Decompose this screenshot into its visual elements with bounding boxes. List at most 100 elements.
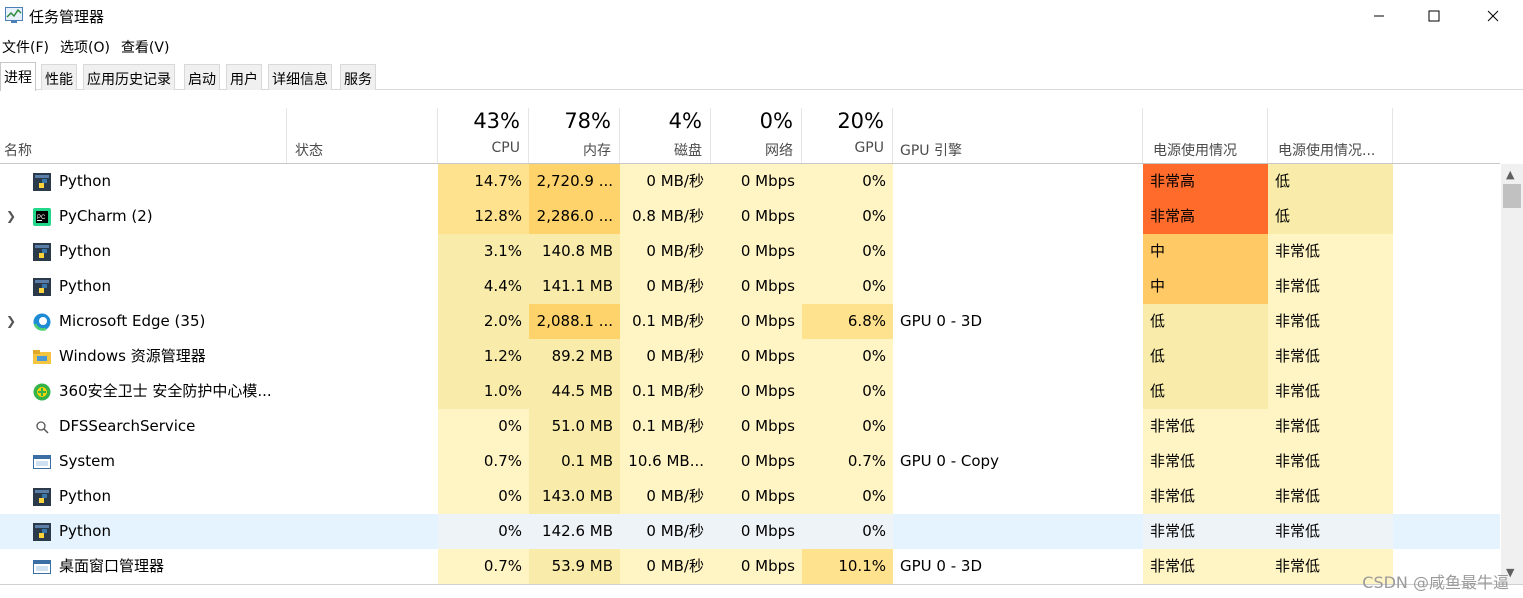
process-gpu: 0% [802, 234, 893, 269]
process-cpu: 12.8% [438, 199, 529, 234]
maximize-button[interactable] [1405, 0, 1463, 32]
close-button[interactable] [1464, 0, 1522, 32]
process-status [287, 164, 438, 199]
process-status [287, 479, 438, 514]
scroll-up-icon[interactable]: ▲ [1506, 168, 1514, 181]
process-row[interactable]: ❯ Microsoft Edge (35) 2.0% 2,088.1 ... 0.1 M… [0, 304, 1500, 339]
process-name: 桌面窗口管理器 [59, 557, 165, 575]
scrollbar-thumb[interactable] [1503, 184, 1521, 208]
process-power: 非常高 [1143, 164, 1268, 199]
process-row[interactable]: Python 14.7% 2,720.9 ... 0 MB/秒 0 Mbps 0% 非常高低 [0, 164, 1500, 199]
process-memory: 44.5 MB [529, 374, 620, 409]
process-row[interactable]: System 0.7% 0.1 MB 10.6 MB... 0 Mbps 0.7% GPU … [0, 444, 1500, 479]
process-name: PyCharm (2) [59, 207, 153, 225]
expand-chevron-icon[interactable]: ❯ [6, 209, 16, 223]
process-row[interactable]: Python 4.4% 141.1 MB 0 MB/秒 0 Mbps 0% 中非常低 [0, 269, 1500, 304]
process-cpu: 0% [438, 479, 529, 514]
tab-strip: 进程 性能 应用历史记录 启动 用户 详细信息 服务 [0, 62, 1523, 91]
process-gpu: 6.8% [802, 304, 893, 339]
disk-total-percent: 4% [668, 109, 702, 133]
process-network: 0 Mbps [711, 304, 802, 339]
process-disk: 0 MB/秒 [620, 339, 711, 374]
process-cpu: 1.2% [438, 339, 529, 374]
process-name: DFSSearchService [59, 417, 196, 435]
tab-startup[interactable]: 启动 [184, 64, 220, 90]
process-gpu-engine [893, 374, 1143, 409]
tab-services[interactable]: 服务 [340, 64, 376, 90]
process-power: 低 [1143, 374, 1268, 409]
disk-column-label: 磁盘 [674, 143, 702, 159]
process-status [287, 409, 438, 444]
process-name: Python [59, 172, 111, 190]
expand-chevron-icon[interactable]: ❯ [6, 314, 16, 328]
minimize-button[interactable] [1350, 0, 1408, 32]
process-row[interactable]: Python 0% 142.6 MB 0 MB/秒 0 Mbps 0% 非常低 非常低 [0, 514, 1500, 549]
column-header-status[interactable]: 状态 [287, 108, 438, 164]
process-name: Python [59, 522, 111, 540]
process-gpu-engine [893, 164, 1143, 199]
process-power: 非常低 [1143, 409, 1268, 444]
minimize-icon [1374, 15, 1384, 17]
column-header-cpu[interactable]: 43% CPU [438, 108, 529, 164]
process-status [287, 444, 438, 479]
column-header-power[interactable]: 电源使用情况 [1143, 108, 1268, 164]
column-header-gpu-engine[interactable]: GPU 引擎 [893, 108, 1143, 164]
process-power: 非常高 [1143, 199, 1268, 234]
process-row[interactable]: ❯ PC PyCharm (2) 12.8% 2,286.0 ... 0.8 MB/秒 0 … [0, 199, 1500, 234]
process-power-trend: 低 [1268, 164, 1393, 199]
tab-processes[interactable]: 进程 [0, 62, 36, 91]
process-power: 中 [1143, 234, 1268, 269]
process-memory: 141.1 MB [529, 269, 620, 304]
column-header-name[interactable]: 名称 [0, 108, 287, 164]
process-row[interactable]: 桌面窗口管理器 0.7% 53.9 MB 0 MB/秒 0 Mbps 10.1% GPU 0… [0, 549, 1500, 584]
process-row[interactable]: Python 3.1% 140.8 MB 0 MB/秒 0 Mbps 0% 中非常低 [0, 234, 1500, 269]
process-gpu: 0% [802, 374, 893, 409]
tab-performance[interactable]: 性能 [41, 64, 77, 90]
process-network: 0 Mbps [711, 199, 802, 234]
process-memory: 89.2 MB [529, 339, 620, 374]
tab-details[interactable]: 详细信息 [268, 64, 332, 90]
column-header-disk[interactable]: 4% 磁盘 [620, 108, 711, 164]
close-icon [1487, 10, 1499, 22]
process-gpu: 0% [802, 164, 893, 199]
column-header-memory[interactable]: 78% 内存 [529, 108, 620, 164]
process-cpu: 0.7% [438, 444, 529, 479]
tab-users[interactable]: 用户 [226, 64, 262, 90]
process-network: 0 Mbps [711, 374, 802, 409]
process-network: 0 Mbps [711, 269, 802, 304]
python-icon [33, 488, 51, 506]
column-header-network[interactable]: 0% 网络 [711, 108, 802, 164]
process-gpu: 0% [802, 269, 893, 304]
column-header-power-trend[interactable]: 电源使用情况... [1268, 108, 1393, 164]
process-row[interactable]: 360安全卫士 安全防护中心模... 1.0% 44.5 MB 0.1 MB/秒 0 M… [0, 374, 1500, 409]
python-icon [33, 523, 51, 541]
process-memory: 51.0 MB [529, 409, 620, 444]
process-row[interactable]: DFSSearchService 0% 51.0 MB 0.1 MB/秒 0 Mbps 0… [0, 409, 1500, 444]
process-gpu: 0% [802, 409, 893, 444]
process-disk: 0 MB/秒 [620, 514, 711, 549]
process-gpu-engine [893, 479, 1143, 514]
column-header-gpu[interactable]: 20% GPU [802, 108, 893, 164]
cpu-total-percent: 43% [473, 109, 520, 133]
process-name: Python [59, 277, 111, 295]
process-cpu: 14.7% [438, 164, 529, 199]
menu-view[interactable]: 查看(V) [119, 34, 177, 58]
vertical-scrollbar[interactable]: ▲ ▼ [1501, 164, 1523, 584]
gpu-column-label: GPU [854, 140, 884, 156]
menu-file[interactable]: 文件(F) [0, 34, 56, 58]
process-network: 0 Mbps [711, 479, 802, 514]
process-gpu-engine [893, 234, 1143, 269]
process-status [287, 304, 438, 339]
process-power-trend: 非常低 [1268, 304, 1393, 339]
process-power-trend: 非常低 [1268, 269, 1393, 304]
process-power-trend: 非常低 [1268, 409, 1393, 444]
process-cpu: 3.1% [438, 234, 529, 269]
cpu-column-label: CPU [491, 140, 520, 156]
process-row[interactable]: Python 0% 143.0 MB 0 MB/秒 0 Mbps 0% 非常低 非常低 [0, 479, 1500, 514]
process-row[interactable]: Windows 资源管理器 1.2% 89.2 MB 0 MB/秒 0 Mbps 0% 低非… [0, 339, 1500, 374]
tab-app-history[interactable]: 应用历史记录 [83, 64, 175, 90]
column-name-label: 名称 [4, 143, 32, 159]
menu-options[interactable]: 选项(O) [58, 34, 117, 58]
process-power: 非常低 [1143, 514, 1268, 549]
process-network: 0 Mbps [711, 234, 802, 269]
